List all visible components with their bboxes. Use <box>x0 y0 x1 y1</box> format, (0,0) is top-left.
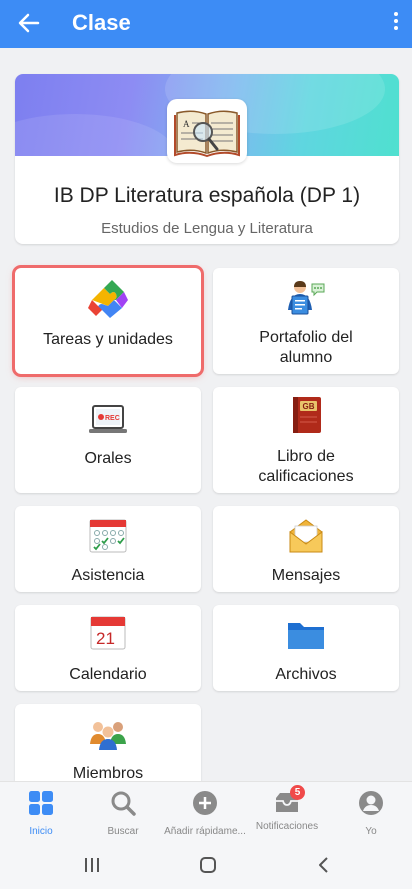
page-title: Clase <box>72 10 131 35</box>
calendar-icon: 21 <box>90 616 126 650</box>
tile-label: Tareas y unidades <box>43 331 173 348</box>
nav-notificaciones[interactable]: 5 Notificaciones <box>246 785 328 832</box>
tile-calendario[interactable]: 21 Calendario <box>15 605 201 691</box>
course-icon: A <box>167 99 247 163</box>
recent-apps-icon[interactable] <box>82 855 102 875</box>
rec-laptop-icon: REC <box>89 405 127 433</box>
portfolio-icon <box>288 281 325 315</box>
svg-text:21: 21 <box>96 629 115 648</box>
home-button-icon[interactable] <box>198 855 218 875</box>
tile-orales[interactable]: REC Orales <box>15 387 201 493</box>
gradebook-icon: GB <box>293 397 321 433</box>
tile-miembros[interactable]: Miembros <box>15 704 201 782</box>
attendance-icon <box>89 519 127 553</box>
tile-label: Asistencia <box>71 567 145 584</box>
nav-buscar[interactable]: Buscar <box>82 790 164 837</box>
nav-anadir-rapidamente[interactable]: Añadir rápidame... <box>164 790 246 837</box>
profile-icon <box>359 791 383 815</box>
course-header-card: A IB DP Literatura española (DP 1) Estud… <box>15 74 399 244</box>
members-icon <box>90 722 126 750</box>
tile-label: Calendario <box>69 666 147 683</box>
tile-portafolio-del-alumno[interactable]: Portafolio del alumno <box>213 268 399 374</box>
bottom-navigation: Inicio Buscar Añadir rápidame... 5 Notif… <box>0 781 412 842</box>
system-back-icon[interactable] <box>314 855 334 875</box>
course-title: IB DP Literatura española (DP 1) <box>53 184 361 207</box>
tile-label-line2: alumno <box>279 349 333 366</box>
tile-label: Mensajes <box>271 567 341 584</box>
svg-text:GB: GB <box>303 402 315 411</box>
envelope-icon <box>289 519 323 553</box>
folder-icon <box>288 623 324 649</box>
tile-tareas-y-unidades[interactable]: Tareas y unidades <box>12 265 204 377</box>
open-book-icon: A <box>174 110 240 158</box>
nav-label: Notificaciones <box>255 821 319 832</box>
app-bar: Clase <box>0 0 412 48</box>
back-arrow-icon[interactable] <box>16 10 42 36</box>
search-icon <box>111 791 136 816</box>
nav-label: Inicio <box>29 826 53 837</box>
puzzle-icon <box>88 280 128 318</box>
system-navigation-bar <box>0 841 412 889</box>
nav-label: Yo <box>365 826 377 837</box>
tile-label-line1: Libro de <box>277 448 335 465</box>
svg-text:A: A <box>183 119 190 129</box>
tile-libro-de-calificaciones[interactable]: GB Libro de calificaciones <box>213 387 399 493</box>
nav-label: Añadir rápidame... <box>164 826 246 837</box>
more-options-icon[interactable] <box>392 12 400 36</box>
nav-yo[interactable]: Yo <box>330 790 412 837</box>
svg-text:REC: REC <box>105 415 120 422</box>
tile-archivos[interactable]: Archivos <box>213 605 399 691</box>
tile-label: Orales <box>84 450 132 467</box>
tile-label-line1: Portafolio del <box>259 329 353 346</box>
nav-inicio[interactable]: Inicio <box>0 790 82 837</box>
tile-label: Archivos <box>275 666 337 683</box>
notification-badge: 5 <box>290 785 305 800</box>
tile-asistencia[interactable]: Asistencia <box>15 506 201 592</box>
course-subtitle: Estudios de Lengua y Literatura <box>101 220 313 237</box>
grid-icon <box>29 791 53 815</box>
add-icon <box>193 791 217 815</box>
tile-mensajes[interactable]: Mensajes <box>213 506 399 592</box>
nav-label: Buscar <box>107 826 139 837</box>
tile-label-line2: calificaciones <box>258 468 354 485</box>
